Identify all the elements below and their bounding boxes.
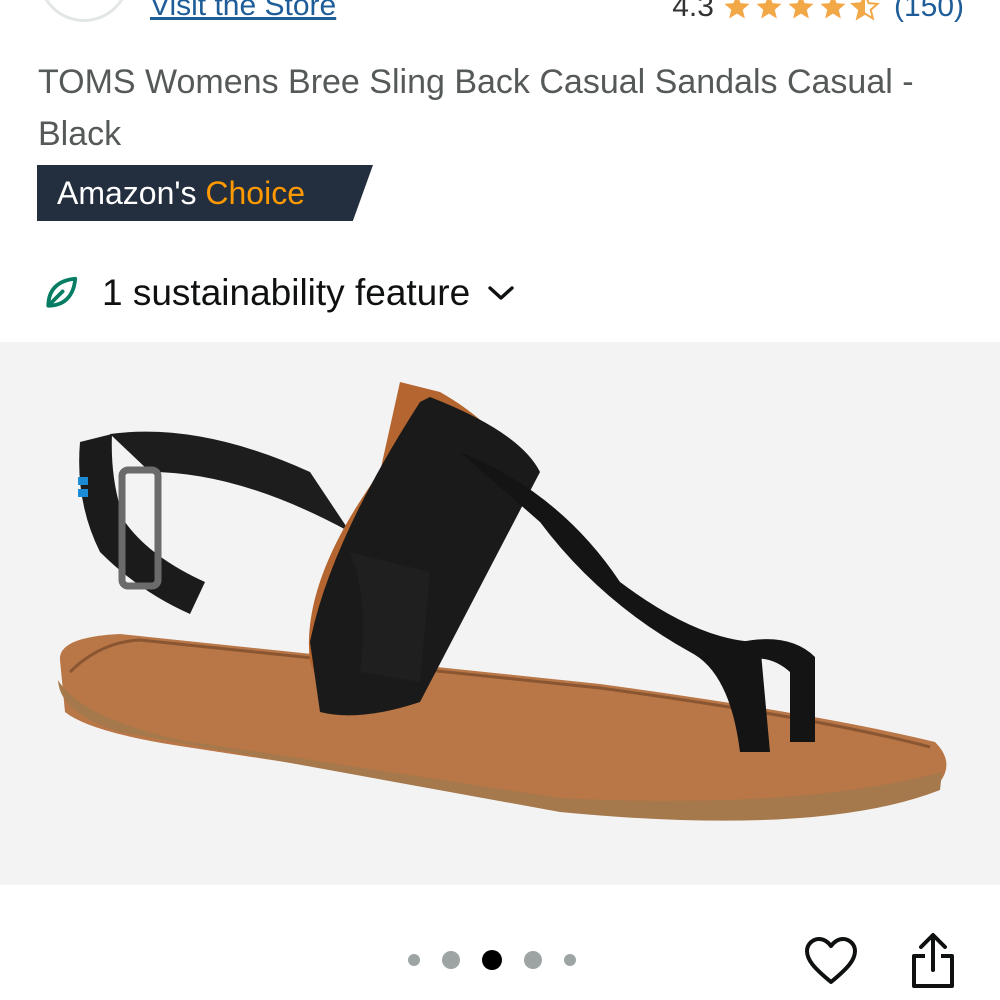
- carousel-dot[interactable]: [524, 951, 542, 969]
- badge-prefix: Amazon's: [57, 174, 197, 211]
- star-icon: [820, 0, 846, 19]
- store-avatar[interactable]: [38, 0, 130, 22]
- half-star-icon: [850, 0, 880, 21]
- sandal-illustration: [58, 382, 947, 821]
- rating-count-link[interactable]: (150): [894, 0, 964, 24]
- heart-icon[interactable]: [804, 936, 858, 986]
- visit-store-link[interactable]: Visit the Store: [150, 0, 336, 24]
- sustainability-toggle[interactable]: 1 sustainability feature: [42, 272, 516, 314]
- product-title: TOMS Womens Bree Sling Back Casual Sanda…: [38, 63, 914, 153]
- carousel-dot-active[interactable]: [482, 950, 502, 970]
- chevron-down-icon: [488, 286, 514, 300]
- badge-choice: Choice: [205, 174, 305, 211]
- star-icon: [756, 0, 782, 19]
- star-icon: [724, 0, 750, 19]
- carousel-dot[interactable]: [442, 951, 460, 969]
- carousel-dot[interactable]: [564, 954, 576, 966]
- share-icon[interactable]: [908, 930, 958, 990]
- star-icon: [788, 0, 814, 19]
- rating-value: 4.3: [672, 0, 714, 23]
- star-rating: [722, 0, 882, 22]
- sustainability-label: 1 sustainability feature: [102, 272, 471, 313]
- amazons-choice-badge[interactable]: Amazon's Choice: [37, 165, 373, 221]
- leaf-icon: [46, 276, 78, 308]
- product-image[interactable]: [0, 342, 1000, 885]
- carousel-dot[interactable]: [408, 954, 420, 966]
- rating-summary[interactable]: 4.3 (150): [672, 0, 964, 24]
- carousel-indicator[interactable]: [408, 950, 598, 970]
